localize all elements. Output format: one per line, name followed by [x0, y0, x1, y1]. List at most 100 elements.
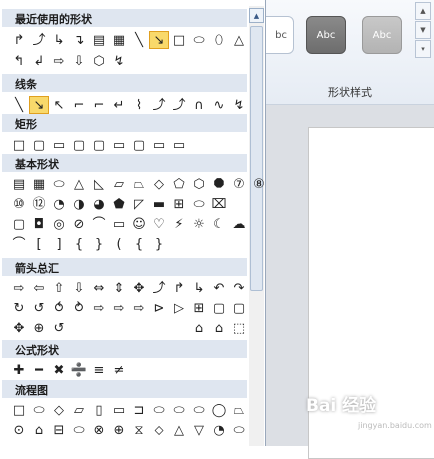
- shape-button[interactable]: }: [149, 235, 169, 253]
- shape-button[interactable]: ⬡: [189, 175, 209, 193]
- shape-button[interactable]: ▬: [149, 195, 169, 213]
- shape-button[interactable]: ⇦: [29, 279, 49, 297]
- shape-button[interactable]: ↴: [69, 31, 89, 49]
- shape-button[interactable]: ⬭: [189, 195, 209, 213]
- chevron-down-icon[interactable]: ▼: [415, 21, 431, 39]
- shape-button[interactable]: ↲: [29, 52, 49, 70]
- shape-button[interactable]: ⊕: [29, 319, 49, 337]
- shape-button[interactable]: ▭: [149, 136, 169, 154]
- gallery-scrollbar[interactable]: ▲: [249, 6, 264, 446]
- shape-button[interactable]: ↳: [49, 31, 69, 49]
- shape-button[interactable]: ▯: [89, 401, 109, 419]
- shape-button[interactable]: ≠: [109, 361, 129, 379]
- shape-button[interactable]: ⌧: [209, 195, 229, 213]
- shape-button[interactable]: ⇩: [69, 279, 89, 297]
- shape-button[interactable]: ✥: [9, 319, 29, 337]
- shape-button[interactable]: ♡: [149, 215, 169, 233]
- shape-button[interactable]: ▦: [29, 175, 49, 193]
- shape-button[interactable]: ▢: [229, 299, 249, 317]
- shape-button[interactable]: ⯃: [209, 175, 229, 193]
- chevron-up-icon[interactable]: ▲: [415, 2, 431, 20]
- shape-button[interactable]: ▤: [9, 175, 29, 193]
- shape-button[interactable]: ⌒: [9, 235, 29, 253]
- shape-button[interactable]: ⬦: [149, 421, 169, 439]
- shape-button[interactable]: ▢: [89, 136, 109, 154]
- shape-button[interactable]: ▭: [109, 215, 129, 233]
- shape-button[interactable]: ▭: [49, 136, 69, 154]
- shape-button[interactable]: ⊙: [9, 421, 29, 439]
- shape-button[interactable]: ⌂: [29, 421, 49, 439]
- shape-button[interactable]: ⬠: [169, 175, 189, 193]
- shape-button[interactable]: ⬚: [229, 319, 249, 337]
- shape-button[interactable]: ⇨: [49, 52, 69, 70]
- shape-button[interactable]: ⤴: [29, 31, 49, 49]
- shape-button[interactable]: ☾: [209, 215, 229, 233]
- shape-button[interactable]: ▢: [29, 136, 49, 154]
- shape-button[interactable]: ◘: [29, 215, 49, 233]
- shape-button[interactable]: ⬯: [209, 31, 229, 49]
- shape-button[interactable]: ▱: [69, 401, 89, 419]
- shape-button[interactable]: ⇨: [9, 279, 29, 297]
- shape-button[interactable]: ⬭: [229, 421, 249, 439]
- scroll-thumb[interactable]: [250, 26, 263, 291]
- shape-button[interactable]: ☼: [189, 215, 209, 233]
- shape-button[interactable]: ◎: [49, 215, 69, 233]
- shape-button[interactable]: ◺: [89, 175, 109, 193]
- shape-button[interactable]: {: [69, 235, 89, 253]
- shape-button[interactable]: ⊟: [49, 421, 69, 439]
- shape-button[interactable]: ⧖: [129, 421, 149, 439]
- shape-button[interactable]: ∿: [209, 96, 229, 114]
- shape-button[interactable]: ⬭: [189, 401, 209, 419]
- shape-button[interactable]: ◑: [69, 195, 89, 213]
- shape-button[interactable]: ▤: [89, 31, 109, 49]
- shape-button[interactable]: ⌂: [189, 319, 209, 337]
- shape-button[interactable]: ⇩: [69, 52, 89, 70]
- more-styles-icon[interactable]: ▾: [415, 40, 431, 58]
- shape-button[interactable]: ⇕: [109, 279, 129, 297]
- shape-button[interactable]: ⌐: [69, 96, 89, 114]
- shape-button[interactable]: ⌐: [89, 96, 109, 114]
- shape-button[interactable]: ↖: [49, 96, 69, 114]
- shape-button[interactable]: ↶: [209, 279, 229, 297]
- scroll-up-icon[interactable]: ▲: [249, 8, 264, 23]
- shape-button[interactable]: ⤴: [169, 96, 189, 114]
- shape-button[interactable]: ▦: [109, 31, 129, 49]
- shape-button[interactable]: ⏢: [229, 401, 249, 419]
- shape-button[interactable]: ☁: [229, 215, 249, 233]
- shape-button[interactable]: ↻: [9, 299, 29, 317]
- shape-button[interactable]: ◔: [209, 421, 229, 439]
- shape-button[interactable]: ⬭: [149, 401, 169, 419]
- shape-button[interactable]: ⑫: [29, 195, 49, 213]
- shape-button[interactable]: ☺: [129, 215, 149, 233]
- shape-button[interactable]: ▢: [9, 215, 29, 233]
- shape-button[interactable]: ⊕: [109, 421, 129, 439]
- shape-button[interactable]: ◕: [89, 195, 109, 213]
- shape-button[interactable]: ⊐: [129, 401, 149, 419]
- shape-button[interactable]: ↺: [29, 299, 49, 317]
- shape-button[interactable]: ◯: [209, 401, 229, 419]
- shape-button[interactable]: ⤴: [149, 279, 169, 297]
- shape-button[interactable]: ╲: [129, 31, 149, 49]
- shape-button[interactable]: ◔: [49, 195, 69, 213]
- shape-button[interactable]: ⌒: [89, 215, 109, 233]
- shape-button[interactable]: ↰: [9, 52, 29, 70]
- shape-button[interactable]: ⏢: [129, 175, 149, 193]
- shape-button[interactable]: △: [69, 175, 89, 193]
- shape-button[interactable]: △: [169, 421, 189, 439]
- shape-button[interactable]: ◇: [49, 401, 69, 419]
- shape-button[interactable]: ↳: [189, 279, 209, 297]
- shape-button[interactable]: ⇔: [89, 279, 109, 297]
- shape-button[interactable]: ━: [29, 361, 49, 379]
- shape-button[interactable]: }: [89, 235, 109, 253]
- shape-button[interactable]: ╲: [9, 96, 29, 114]
- shape-button[interactable]: ⬭: [69, 421, 89, 439]
- shape-button[interactable]: ⬟: [109, 195, 129, 213]
- shape-button[interactable]: ↱: [169, 279, 189, 297]
- shape-button[interactable]: ⑧: [249, 175, 265, 193]
- shape-button[interactable]: ▢: [129, 136, 149, 154]
- shape-button[interactable]: ≡: [89, 361, 109, 379]
- shape-button[interactable]: ⊞: [169, 195, 189, 213]
- shape-button[interactable]: ◇: [149, 175, 169, 193]
- shape-button[interactable]: □: [9, 136, 29, 154]
- shape-button[interactable]: {: [129, 235, 149, 253]
